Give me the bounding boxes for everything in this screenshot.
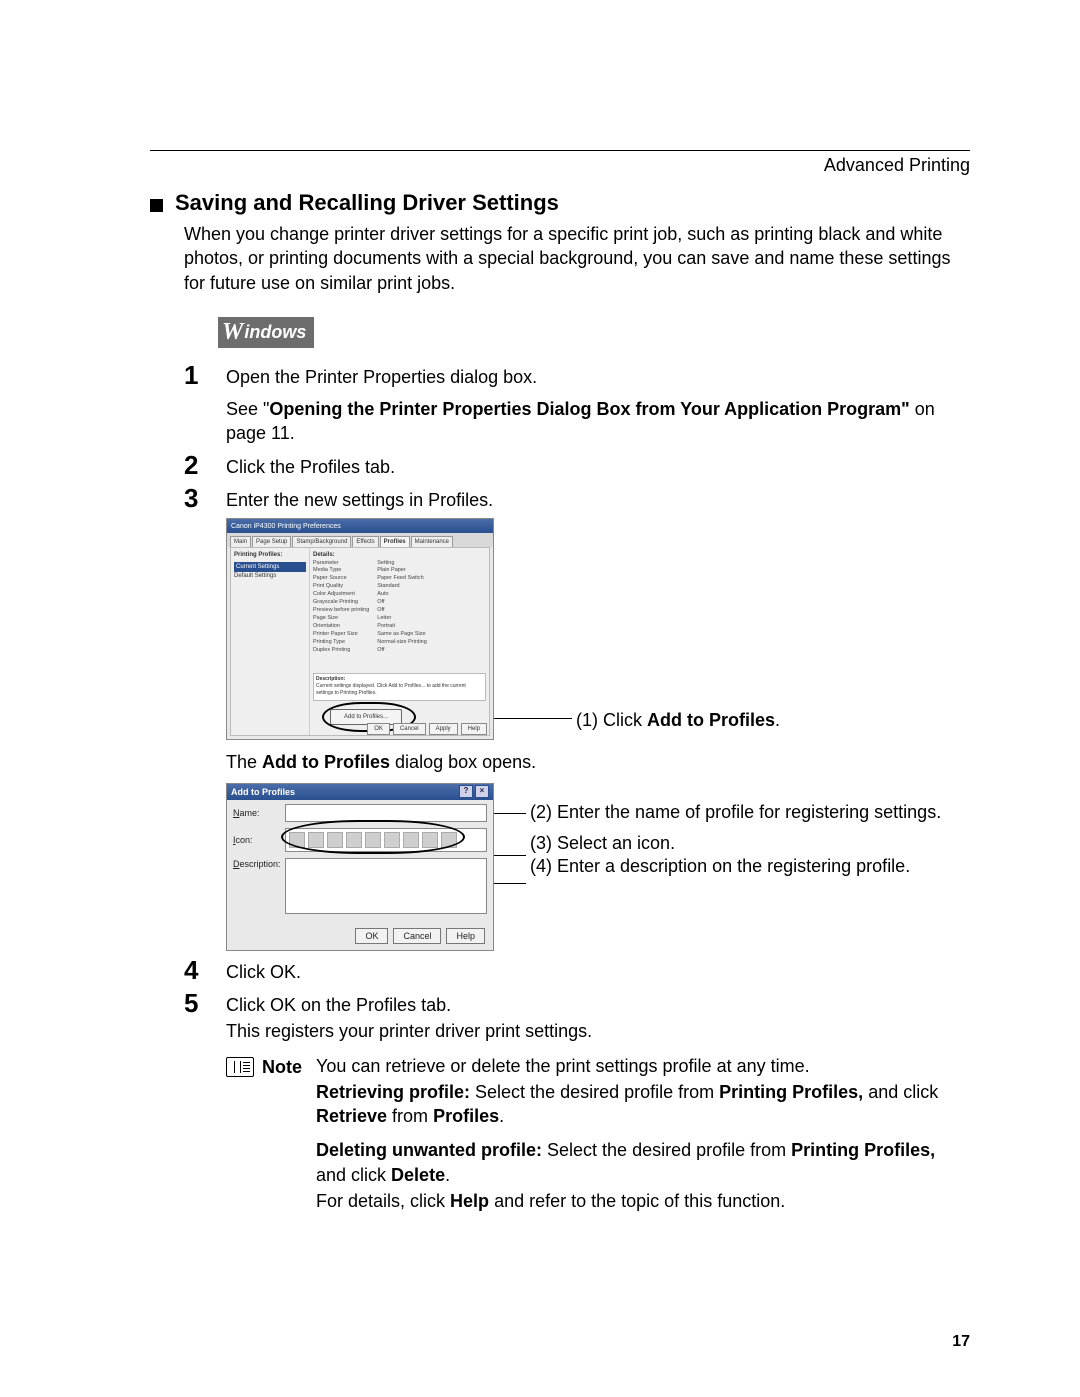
icon-option[interactable]: [384, 832, 400, 848]
leader-line: [494, 883, 526, 884]
step-4-lead: Click OK.: [226, 960, 970, 984]
step-1-lead: Open the Printer Properties dialog box.: [226, 365, 970, 389]
note-line-3: Deleting unwanted profile: Select the de…: [316, 1138, 970, 1187]
dialog-titlebar: Canon iP4300 Printing Preferences: [227, 519, 493, 533]
icon-option[interactable]: [327, 832, 343, 848]
apply-button[interactable]: Apply: [429, 723, 458, 735]
top-rule: [150, 150, 970, 151]
note-body: You can retrieve or delete the print set…: [316, 1054, 970, 1224]
tab-stamp[interactable]: Stamp/Background: [292, 536, 351, 547]
ok-button[interactable]: OK: [367, 723, 390, 735]
icon-option[interactable]: [346, 832, 362, 848]
cancel-button[interactable]: Cancel: [393, 928, 441, 944]
dialog-button-row: OK Cancel Apply Help: [367, 723, 487, 735]
callout-3: (3) Select an icon.: [530, 832, 941, 855]
tab-effects[interactable]: Effects: [352, 536, 378, 547]
step-2-lead: Click the Profiles tab.: [226, 455, 970, 479]
step-4: 4 Click OK.: [184, 957, 970, 984]
step-number: 4: [184, 957, 226, 984]
profile-description-input[interactable]: [285, 858, 487, 914]
value-col: SettingPlain PaperPaper Feed SwitchStand…: [377, 560, 427, 655]
tab-profiles[interactable]: Profiles: [380, 536, 410, 547]
printing-preferences-dialog: Canon iP4300 Printing Preferences Main P…: [226, 518, 494, 740]
page-number: 17: [952, 1333, 970, 1351]
icon-option[interactable]: [403, 832, 419, 848]
param-col: ParameterMedia TypePaper SourcePrint Qua…: [313, 560, 369, 655]
tab-main[interactable]: Main: [230, 536, 251, 547]
callout-2: (2) Enter the name of profile for regist…: [530, 801, 941, 824]
screenshot-add-to-profiles-row: Add to Profiles ? × Name: Icon:: [226, 783, 970, 951]
section-title: Saving and Recalling Driver Settings: [175, 190, 559, 216]
step-number: 1: [184, 362, 226, 446]
bullet-square-icon: [150, 199, 163, 212]
icon-option[interactable]: [441, 832, 457, 848]
leader-line: [494, 855, 526, 856]
step-2: 2 Click the Profiles tab.: [184, 452, 970, 479]
dialog-titlebar: Add to Profiles ? ×: [227, 784, 493, 800]
note-book-icon: [226, 1057, 254, 1077]
section-heading-row: Saving and Recalling Driver Settings: [150, 190, 970, 216]
step-number: 5: [184, 990, 226, 1223]
callout-4: (4) Enter a description on the registeri…: [530, 855, 941, 878]
cancel-button[interactable]: Cancel: [393, 723, 426, 735]
description-box: Description: Current settings displayed.…: [313, 673, 486, 701]
profile-details: Details: ParameterMedia TypePaper Source…: [310, 548, 489, 735]
note-label: Note: [262, 1054, 316, 1224]
step-3-lead: Enter the new settings in Profiles.: [226, 488, 970, 512]
icon-option[interactable]: [289, 832, 305, 848]
description-label: Description:: [233, 858, 285, 870]
step-number: 3: [184, 485, 226, 951]
note-line-2: Retrieving profile: Select the desired p…: [316, 1080, 970, 1129]
manual-page: Advanced Printing Saving and Recalling D…: [0, 0, 1080, 1397]
profiles-list: Printing Profiles: Current Settings Defa…: [231, 548, 310, 735]
icon-option[interactable]: [422, 832, 438, 848]
step-5-lead: Click OK on the Profiles tab.: [226, 993, 970, 1017]
list-item[interactable]: Default Settings: [234, 572, 306, 580]
windows-badge-text: indows: [244, 322, 306, 343]
icon-option[interactable]: [365, 832, 381, 848]
name-label: Name:: [233, 807, 285, 819]
intro-paragraph: When you change printer driver settings …: [184, 222, 970, 295]
screenshot-profiles-tab: Canon iP4300 Printing Preferences Main P…: [226, 518, 494, 740]
list-item[interactable]: Current Settings: [234, 562, 306, 572]
step-1: 1 Open the Printer Properties dialog box…: [184, 362, 970, 446]
callout-1: (1) Click Add to Profiles.: [576, 708, 780, 732]
add-to-profiles-dialog: Add to Profiles ? × Name: Icon:: [226, 783, 494, 951]
after-shot1-text: The Add to Profiles dialog box opens.: [226, 750, 970, 774]
windows-badge: Windows: [218, 317, 314, 348]
dialog-tabs: Main Page Setup Stamp/Background Effects…: [227, 533, 493, 547]
tab-maintenance[interactable]: Maintenance: [411, 536, 453, 547]
step-5-sub: This registers your printer driver print…: [226, 1019, 970, 1043]
note-block: Note You can retrieve or delete the prin…: [226, 1054, 970, 1224]
callouts-column: (2) Enter the name of profile for regist…: [530, 801, 941, 879]
tab-page-setup[interactable]: Page Setup: [252, 536, 291, 547]
help-icon[interactable]: ?: [459, 785, 473, 798]
note-line-1: You can retrieve or delete the print set…: [316, 1054, 970, 1078]
leader-line: [494, 813, 526, 814]
step-5: 5 Click OK on the Profiles tab. This reg…: [184, 990, 970, 1223]
step-1-sub: See "Opening the Printer Properties Dial…: [226, 397, 970, 446]
note-line-4: For details, click Help and refer to the…: [316, 1189, 970, 1213]
windows-w-icon: W: [222, 319, 243, 346]
help-button[interactable]: Help: [461, 723, 487, 735]
close-icon[interactable]: ×: [475, 785, 489, 798]
step-number: 2: [184, 452, 226, 479]
chapter-title: Advanced Printing: [150, 155, 970, 176]
step-3: 3 Enter the new settings in Profiles. Ca…: [184, 485, 970, 951]
leader-line: [494, 718, 572, 719]
help-button[interactable]: Help: [446, 928, 485, 944]
icon-option[interactable]: [308, 832, 324, 848]
profile-icon-picker[interactable]: [285, 828, 487, 852]
ok-button[interactable]: OK: [355, 928, 388, 944]
icon-label: Icon:: [233, 834, 285, 846]
profile-name-input[interactable]: [285, 804, 487, 822]
